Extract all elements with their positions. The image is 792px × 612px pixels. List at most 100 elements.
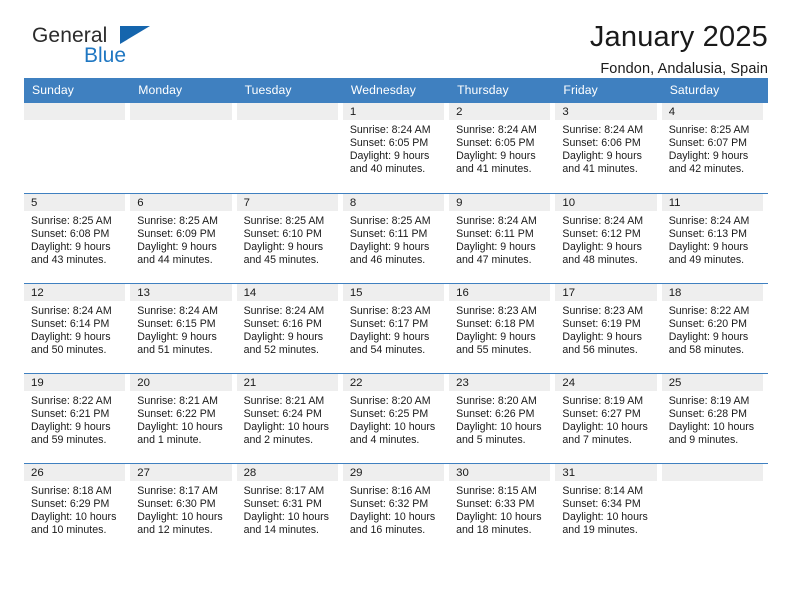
calendar-day-cell[interactable]: 12 Sunrise: 8:24 AM Sunset: 6:14 PM Dayligh… (24, 282, 131, 373)
sun-times-line: Daylight: 9 hours (562, 240, 642, 253)
day-number (661, 463, 763, 481)
calendar-day-cell[interactable]: 3 Sunrise: 8:24 AM Sunset: 6:06 PM Daylight… (555, 103, 661, 193)
sun-times-line: Daylight: 9 hours (31, 330, 111, 343)
calendar-day-cell[interactable]: 14 Sunrise: 8:24 AM Sunset: 6:16 PM Dayligh… (236, 282, 343, 373)
column-header-saturday: Saturday (661, 78, 768, 103)
day-number: 19 (24, 373, 126, 391)
day-cell-inner (661, 463, 768, 554)
sun-times-line: and 41 minutes. (456, 163, 532, 176)
sun-times-line: Daylight: 10 hours (243, 420, 329, 433)
sun-times: Sunrise: 8:24 AM Sunset: 6:11 PM Daylight:… (449, 211, 555, 267)
sun-times-line: Daylight: 10 hours (137, 420, 223, 433)
calendar-day-cell[interactable]: 13 Sunrise: 8:24 AM Sunset: 6:15 PM Dayligh… (130, 282, 237, 373)
sun-times-line: and 5 minutes. (456, 433, 526, 446)
calendar-day-cell[interactable]: 21 Sunrise: 8:21 AM Sunset: 6:24 PM Dayligh… (236, 372, 343, 463)
day-cell-inner: 20 Sunrise: 8:21 AM Sunset: 6:22 PM Dayligh… (130, 373, 236, 463)
calendar-day-cell[interactable]: 6 Sunrise: 8:25 AM Sunset: 6:09 PM Daylight… (130, 192, 237, 283)
sun-times-line: and 44 minutes. (137, 253, 213, 266)
calendar-day-cell[interactable]: 29 Sunrise: 8:16 AM Sunset: 6:32 PM Dayligh… (342, 462, 450, 553)
sun-times: Sunrise: 8:18 AM Sunset: 6:29 PM Daylight:… (24, 481, 130, 537)
sun-times-line: Daylight: 9 hours (562, 150, 642, 163)
calendar-day-cell[interactable]: 7 Sunrise: 8:25 AM Sunset: 6:10 PM Daylight… (236, 192, 343, 283)
day-cell-inner: 15 Sunrise: 8:23 AM Sunset: 6:17 PM Dayligh… (342, 283, 449, 373)
calendar-day-cell[interactable]: 19 Sunrise: 8:22 AM Sunset: 6:21 PM Dayligh… (24, 372, 131, 463)
calendar-day-cell[interactable]: 16 Sunrise: 8:23 AM Sunset: 6:18 PM Dayligh… (449, 282, 556, 373)
sun-times-line: Sunset: 6:32 PM (349, 497, 429, 510)
day-cell-inner: 23 Sunrise: 8:20 AM Sunset: 6:26 PM Dayligh… (449, 373, 555, 463)
sun-times-line: Daylight: 10 hours (562, 420, 648, 433)
day-number (236, 103, 338, 120)
day-cell-inner: 21 Sunrise: 8:21 AM Sunset: 6:24 PM Dayligh… (236, 373, 343, 463)
column-header-monday: Monday (130, 78, 237, 103)
sun-times-line: and 45 minutes. (243, 253, 319, 266)
sun-times-line: Sunset: 6:25 PM (349, 407, 429, 420)
sun-times-line: Sunrise: 8:17 AM (137, 484, 218, 497)
calendar-day-cell[interactable]: 26 Sunrise: 8:18 AM Sunset: 6:29 PM Dayligh… (24, 462, 131, 553)
calendar-day-cell[interactable]: 22 Sunrise: 8:20 AM Sunset: 6:25 PM Dayligh… (342, 372, 450, 463)
calendar-day-cell[interactable]: 20 Sunrise: 8:21 AM Sunset: 6:22 PM Dayligh… (130, 372, 237, 463)
calendar-day-cell[interactable]: 23 Sunrise: 8:20 AM Sunset: 6:26 PM Dayligh… (449, 372, 556, 463)
calendar-day-cell[interactable]: 18 Sunrise: 8:22 AM Sunset: 6:20 PM Dayligh… (661, 282, 768, 373)
day-cell-inner: 14 Sunrise: 8:24 AM Sunset: 6:16 PM Dayligh… (236, 283, 343, 373)
calendar-day-cell[interactable]: 10 Sunrise: 8:24 AM Sunset: 6:12 PM Dayligh… (555, 192, 662, 283)
sun-times-line: Sunrise: 8:23 AM (349, 304, 431, 317)
sun-times-line: Daylight: 9 hours (243, 240, 324, 253)
sun-times-line: Daylight: 9 hours (456, 240, 536, 253)
sun-times-line: Sunset: 6:30 PM (137, 497, 216, 510)
calendar-day-cell[interactable]: 24 Sunrise: 8:19 AM Sunset: 6:27 PM Dayligh… (555, 372, 662, 463)
sun-times: Sunrise: 8:23 AM Sunset: 6:18 PM Daylight:… (449, 301, 555, 357)
day-number: 30 (449, 463, 551, 481)
sun-times: Sunrise: 8:22 AM Sunset: 6:21 PM Daylight:… (24, 391, 130, 447)
calendar-cell-empty (236, 103, 343, 193)
calendar-day-cell[interactable]: 17 Sunrise: 8:23 AM Sunset: 6:19 PM Dayligh… (555, 282, 662, 373)
sun-times-line: Sunrise: 8:21 AM (137, 394, 218, 407)
sun-times-line: Daylight: 9 hours (668, 240, 749, 253)
day-number: 16 (449, 283, 551, 301)
sun-times-line: Sunrise: 8:24 AM (349, 124, 431, 136)
sun-times-line: Sunset: 6:07 PM (668, 137, 748, 150)
sun-times-line: Daylight: 9 hours (668, 330, 749, 343)
calendar-day-cell[interactable]: 31 Sunrise: 8:14 AM Sunset: 6:34 PM Dayligh… (555, 462, 662, 553)
sun-times-line: Sunset: 6:20 PM (668, 317, 748, 330)
sun-times-line: Sunrise: 8:25 AM (349, 214, 431, 227)
sun-times-line: and 41 minutes. (562, 163, 638, 176)
calendar-week-row: 26 Sunrise: 8:18 AM Sunset: 6:29 PM Dayligh… (24, 462, 768, 554)
calendar-head: Sunday Monday Tuesday Wednesday Thursday… (24, 78, 768, 103)
sun-times: Sunrise: 8:23 AM Sunset: 6:19 PM Daylight:… (555, 301, 661, 357)
sun-times-line: Daylight: 10 hours (349, 420, 436, 433)
sun-times-line: Sunrise: 8:24 AM (31, 304, 112, 317)
sun-times-line: and 14 minutes. (243, 523, 319, 536)
calendar-day-cell[interactable]: 11 Sunrise: 8:24 AM Sunset: 6:13 PM Dayligh… (661, 192, 768, 283)
sun-times-line: and 55 minutes. (456, 343, 532, 356)
calendar-day-cell[interactable]: 28 Sunrise: 8:17 AM Sunset: 6:31 PM Dayligh… (236, 462, 343, 553)
day-cell-inner: 6 Sunrise: 8:25 AM Sunset: 6:09 PM Daylight… (130, 193, 236, 283)
column-header-tuesday: Tuesday (236, 78, 343, 103)
column-header-sunday: Sunday (24, 78, 131, 103)
calendar-day-cell[interactable]: 5 Sunrise: 8:25 AM Sunset: 6:08 PM Daylight… (24, 192, 131, 283)
calendar-day-cell[interactable]: 8 Sunrise: 8:25 AM Sunset: 6:11 PM Daylight… (342, 192, 450, 283)
day-cell-inner: 4 Sunrise: 8:25 AM Sunset: 6:07 PM Daylight… (661, 103, 768, 193)
day-number: 21 (236, 373, 338, 391)
calendar-day-cell[interactable]: 9 Sunrise: 8:24 AM Sunset: 6:11 PM Daylight… (449, 192, 556, 283)
calendar-day-cell[interactable]: 30 Sunrise: 8:15 AM Sunset: 6:33 PM Dayligh… (449, 462, 556, 553)
sun-times-line: Sunset: 6:28 PM (668, 407, 748, 420)
sun-times-line: and 10 minutes. (31, 523, 107, 536)
sun-times: Sunrise: 8:14 AM Sunset: 6:34 PM Daylight:… (555, 481, 661, 537)
calendar-day-cell[interactable]: 27 Sunrise: 8:17 AM Sunset: 6:30 PM Dayligh… (130, 462, 237, 553)
sun-times-line: Sunset: 6:33 PM (456, 497, 535, 510)
calendar-day-cell[interactable]: 1 Sunrise: 8:24 AM Sunset: 6:05 PM Daylight… (342, 103, 449, 193)
calendar-day-cell[interactable]: 15 Sunrise: 8:23 AM Sunset: 6:17 PM Dayligh… (342, 282, 450, 373)
sun-times: Sunrise: 8:24 AM Sunset: 6:05 PM Daylight:… (343, 120, 449, 176)
sun-times-line: Sunrise: 8:19 AM (668, 394, 750, 407)
location-subtitle: Fondon, Andalusia, Spain (600, 61, 768, 78)
day-number: 20 (130, 373, 232, 391)
sun-times-line: and 2 minutes. (243, 433, 314, 446)
calendar-day-cell[interactable]: 25 Sunrise: 8:19 AM Sunset: 6:28 PM Dayligh… (661, 372, 768, 463)
sun-times-line: Sunset: 6:27 PM (562, 407, 641, 420)
sun-times-line: and 59 minutes. (31, 433, 107, 446)
sun-times-line: Daylight: 9 hours (349, 240, 430, 253)
calendar-day-cell[interactable]: 2 Sunrise: 8:24 AM Sunset: 6:05 PM Daylight… (449, 103, 555, 193)
general-blue-logo[interactable]: General Blue (24, 22, 154, 74)
calendar-day-cell[interactable]: 4 Sunrise: 8:25 AM Sunset: 6:07 PM Daylight… (661, 103, 768, 193)
day-cell-inner: 13 Sunrise: 8:24 AM Sunset: 6:15 PM Dayligh… (130, 283, 236, 373)
